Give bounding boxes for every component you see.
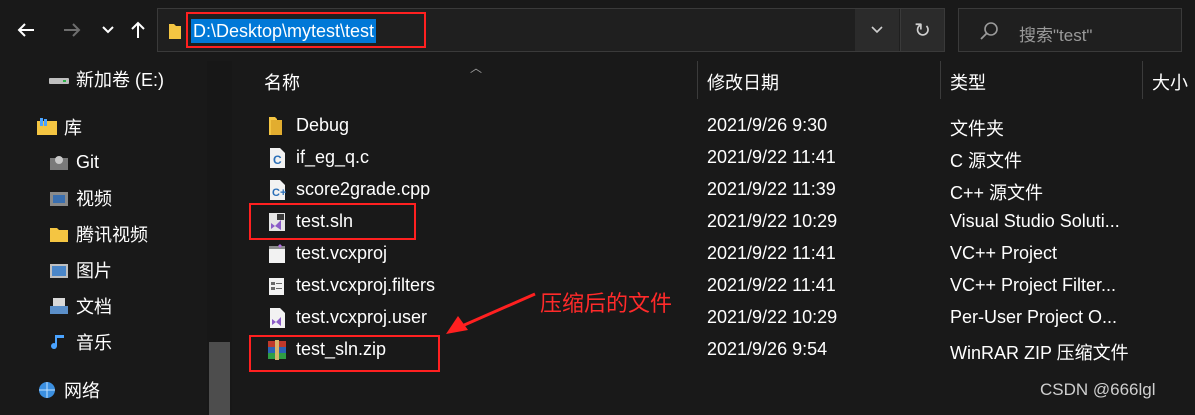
file-row[interactable]: test.vcxproj.filters 2021/9/22 11:41 VC+… <box>236 269 1195 301</box>
sidebar-item-documents[interactable]: 文档 <box>48 291 112 321</box>
chevron-down-icon <box>871 26 883 34</box>
file-row[interactable]: test.vcxproj 2021/9/22 11:41 VC++ Projec… <box>236 237 1195 269</box>
file-date: 2021/9/22 11:41 <box>707 275 836 295</box>
sidebar-item-label: 网络 <box>64 381 100 401</box>
svg-text:C+: C+ <box>272 187 286 199</box>
c-file-icon: C <box>270 148 285 168</box>
file-name: if_eg_q.c <box>296 147 370 167</box>
file-type: Visual Studio Soluti... <box>950 211 1120 231</box>
file-name: test.vcxproj.user <box>296 307 428 327</box>
file-type: VC++ Project <box>950 243 1058 263</box>
sidebar-item-drive-e[interactable]: 新加卷 (E:) <box>48 64 164 94</box>
sidebar-item-label: 库 <box>64 118 82 138</box>
forward-arrow-icon <box>64 23 81 37</box>
tencent-video-icon <box>50 228 68 242</box>
library-icon <box>37 118 57 135</box>
file-date: 2021/9/22 10:29 <box>707 307 838 327</box>
search-input[interactable]: 搜索"test" <box>1019 21 1092 46</box>
sln-highlight-box <box>249 203 416 240</box>
navigation-pane: 新加卷 (E:) 库 Git 视频 腾讯视频 图片 文档 音乐 网络 <box>0 61 232 415</box>
file-type: WinRAR ZIP 压缩文件 <box>950 343 1129 363</box>
file-row[interactable]: test.vcxproj.user 2021/9/22 10:29 Per-Us… <box>236 301 1195 333</box>
sidebar-item-label: 新加卷 (E:) <box>76 70 164 90</box>
svg-text:C: C <box>273 153 282 167</box>
vcxproj-icon <box>269 244 285 263</box>
file-type: C 源文件 <box>950 151 1022 171</box>
network-icon <box>39 382 55 398</box>
up-arrow-icon <box>131 21 145 38</box>
git-library-icon <box>50 156 68 170</box>
videos-icon <box>50 192 68 206</box>
file-name: Debug <box>296 115 350 135</box>
folder-icon <box>169 24 181 39</box>
file-name: test.vcxproj.filters <box>296 275 436 295</box>
file-date: 2021/9/22 10:29 <box>707 211 838 231</box>
column-header-name[interactable]: 名称 <box>264 69 300 95</box>
sidebar-item-label: 腾讯视频 <box>76 225 148 245</box>
annotation-arrow-icon <box>446 292 536 334</box>
address-toolbar: D:\Desktop\mytest\test ↻ 搜索"test" <box>0 0 1195 61</box>
file-date: 2021/9/22 11:41 <box>707 243 836 263</box>
sidebar-item-music[interactable]: 音乐 <box>48 327 112 357</box>
refresh-button[interactable]: ↻ <box>900 9 944 51</box>
column-divider[interactable] <box>697 61 698 99</box>
sidebar-item-label: 图片 <box>76 261 112 281</box>
forward-button[interactable] <box>58 14 86 46</box>
file-name: test.vcxproj <box>296 243 388 263</box>
file-row[interactable]: C+ score2grade.cpp 2021/9/22 11:39 C++ 源… <box>236 173 1195 205</box>
file-name: score2grade.cpp <box>296 179 431 199</box>
sidebar-item-label: 视频 <box>76 189 112 209</box>
address-dropdown-button[interactable] <box>855 9 899 51</box>
sidebar-item-label: Git <box>76 151 100 172</box>
file-type: VC++ Project Filter... <box>950 275 1117 295</box>
sidebar-item-git[interactable]: Git <box>48 147 99 177</box>
back-arrow-icon <box>17 23 34 37</box>
column-header-date[interactable]: 修改日期 <box>707 69 779 95</box>
column-divider[interactable] <box>1142 61 1143 99</box>
sidebar-item-library[interactable]: 库 <box>36 112 82 142</box>
sidebar-item-network[interactable]: 网络 <box>36 375 100 405</box>
sidebar-item-tencent-video[interactable]: 腾讯视频 <box>48 219 148 249</box>
sidebar-item-pictures[interactable]: 图片 <box>48 255 112 285</box>
file-date: 2021/9/22 11:41 <box>707 147 836 167</box>
sidebar-item-videos[interactable]: 视频 <box>48 183 112 213</box>
pictures-icon <box>50 264 68 278</box>
chevron-down-icon <box>102 26 114 34</box>
file-date: 2021/9/22 11:39 <box>707 179 836 199</box>
search-box[interactable]: 搜索"test" <box>958 8 1182 52</box>
file-row[interactable]: C if_eg_q.c 2021/9/22 11:41 C 源文件 <box>236 141 1195 173</box>
music-icon <box>51 335 64 350</box>
search-icon <box>980 22 998 40</box>
sidebar-item-label: 文档 <box>76 297 112 317</box>
up-button[interactable] <box>124 14 152 46</box>
file-type: Per-User Project O... <box>950 307 1118 327</box>
filters-file-icon <box>269 278 284 295</box>
zip-highlight-box <box>249 335 440 372</box>
file-date: 2021/9/26 9:54 <box>707 339 828 359</box>
watermark: CSDN @666lgl <box>1040 380 1156 399</box>
file-type: 文件夹 <box>950 119 1004 139</box>
folder-icon <box>269 117 282 135</box>
drive-icon <box>49 78 69 84</box>
recent-locations-button[interactable] <box>94 14 122 46</box>
file-type: C++ 源文件 <box>950 183 1044 203</box>
back-button[interactable] <box>12 14 40 46</box>
file-date: 2021/9/26 9:30 <box>707 115 828 135</box>
user-file-icon <box>270 308 285 328</box>
column-header-type[interactable]: 类型 <box>950 69 986 95</box>
column-divider[interactable] <box>940 61 941 99</box>
sidebar-item-label: 音乐 <box>76 333 112 353</box>
column-header-size[interactable]: 大小 <box>1152 69 1188 95</box>
documents-icon <box>50 298 68 314</box>
sidebar-scroll-thumb[interactable] <box>209 342 230 415</box>
address-highlight-box <box>186 12 426 48</box>
annotation-label: 压缩后的文件 <box>540 291 673 316</box>
file-row[interactable]: Debug 2021/9/26 9:30 文件夹 <box>236 109 1195 141</box>
cpp-file-icon: C+ <box>270 180 286 200</box>
refresh-icon: ↻ <box>914 19 931 42</box>
sort-ascending-icon: ︿ <box>470 61 483 75</box>
